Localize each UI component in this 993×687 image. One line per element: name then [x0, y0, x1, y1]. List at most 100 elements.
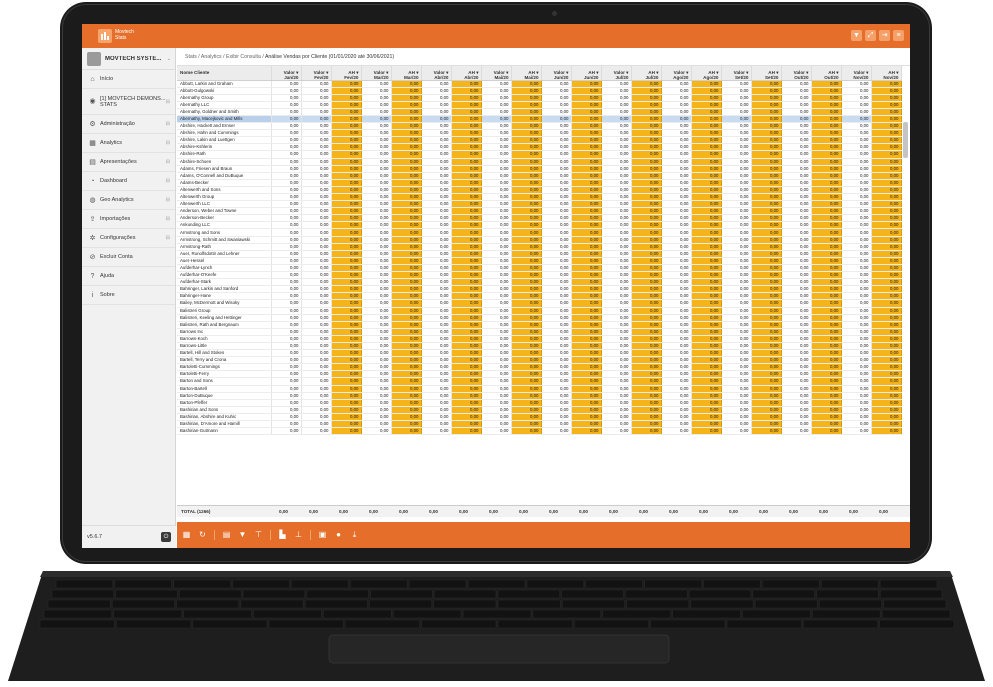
column-header-v-abr-20[interactable]: Valor ▾ Abr/20	[421, 66, 452, 81]
column-header-v-jun-20[interactable]: Valor ▾ Jun/20	[541, 66, 572, 81]
breadcrumb-item-analytics[interactable]: Analytics	[201, 54, 222, 60]
save-icon[interactable]: ▣	[318, 530, 327, 539]
column-header-v-out-20[interactable]: Valor ▾ Out/20	[781, 66, 812, 81]
sidebar-item-info[interactable]: i Sobre	[82, 286, 175, 305]
table-row[interactable]: Barrows-Koch 0,00 0,00 0,00 0,00 0,00 0,00 0,00…	[177, 335, 902, 343]
column-header-v-mar-20[interactable]: Valor ▾ Mar/20	[361, 66, 392, 81]
expand-toggle-icon[interactable]: ⊟	[166, 197, 170, 203]
sidebar-item-globe[interactable]: ◍ Geo Analytics ⊟	[82, 191, 175, 210]
table-row[interactable]: Abshire-Rath 0,00 0,00 0,00 0,00 0,00 0,00 0,00…	[177, 150, 902, 159]
sidebar-item-film[interactable]: ▤ Apresentações ⊟	[82, 153, 175, 172]
expand-toggle-icon[interactable]: ⊟	[166, 178, 170, 184]
breadcrumb-item-exibir[interactable]: Exibir Consulta	[226, 54, 261, 60]
table-view-icon[interactable]: ▤	[222, 530, 231, 539]
column-header-v-nov-20[interactable]: Valor ▾ Nov/20	[841, 66, 872, 81]
table-row[interactable]: Adams-Becker 0,00 0,00 0,00 0,00 0,00 0,00 0,00…	[177, 179, 902, 187]
table-row[interactable]: Barton-DuBuque 0,00 0,00 0,00 0,00 0,00 0,00 0,…	[177, 392, 902, 400]
table-row[interactable]: Bashirian-Gutmann 0,00 0,00 0,00 0,00 0,00 0,0…	[177, 427, 902, 436]
table-row[interactable]: Bahringer, Larkin and Sanford 0,00 0,00 0,0…	[177, 285, 902, 294]
breadcrumb-item-stats[interactable]: Stats	[185, 54, 197, 60]
download-icon[interactable]: ⤓	[350, 530, 359, 539]
column-header-ah-fev-20[interactable]: AH ▾ Fev/20	[331, 66, 362, 81]
vertical-scrollbar[interactable]	[903, 122, 908, 158]
power-icon[interactable]: ⏻	[161, 532, 171, 542]
expand-toggle-icon[interactable]: ⊟	[166, 121, 170, 127]
bar-chart-icon[interactable]: ▙	[278, 530, 287, 539]
table-row[interactable]: Armstrong-Rath 0,00 0,00 0,00 0,00 0,00 0,00 0,…	[177, 243, 902, 251]
sidebar-item-database[interactable]: ◉ [1] MOVTECH DEMONS... STATS ⊟	[82, 89, 175, 115]
table-row[interactable]: Altenwerth Group 0,00 0,00 0,00 0,00 0,00 0,00…	[177, 193, 902, 202]
table-row[interactable]: Auer-Hessel 0,00 0,00 0,00 0,00 0,00 0,00 0,00 0…	[177, 257, 902, 265]
column-header-ah-mai-20[interactable]: AH ▾ Mai/20	[511, 66, 542, 81]
table-row[interactable]: Bashirian, D'Amore and Hamill 0,00 0,00 0,0…	[177, 420, 902, 429]
expand-toggle-icon[interactable]: ⊟	[166, 159, 170, 165]
column-header-v-ago-20[interactable]: Valor ▾ Ago/20	[661, 66, 692, 81]
expand-icon[interactable]: ⤢	[865, 30, 876, 41]
table-row[interactable]: Abbott-Gulgowski 0,00 0,00 0,00 0,00 0,00 0,00…	[177, 87, 902, 95]
table-row[interactable]: Barton-Bartell 0,00 0,00 0,00 0,00 0,00 0,00 0,…	[177, 385, 902, 393]
table-row[interactable]: Armstrong and Sons 0,00 0,00 0,00 0,00 0,00 0,…	[177, 228, 902, 237]
sidebar-item-dashboard[interactable]: ◔ Dashboard ⊟	[82, 172, 175, 191]
table-row[interactable]: Altenwerth and Sons 0,00 0,00 0,00 0,00 0,00 0…	[177, 186, 902, 195]
filter-icon[interactable]: ▼	[238, 530, 247, 539]
expand-toggle-icon[interactable]: ⊟	[166, 140, 170, 146]
table-row[interactable]: Bartell, Terry and Crona 0,00 0,00 0,00 0,00…	[177, 356, 902, 365]
column-header-v-mai-20[interactable]: Valor ▾ Mai/20	[481, 66, 512, 81]
table-row[interactable]: Aufderhar-O'Keefe 0,00 0,00 0,00 0,00 0,00 0,0…	[177, 271, 902, 280]
table-row[interactable]: Abbott, Larkin and Graham 0,00 0,00 0,00 0,0…	[177, 80, 902, 88]
table-row[interactable]: Abshire, Hackett and Ernser 0,00 0,00 0,00 0…	[177, 122, 902, 131]
expand-toggle-icon[interactable]: ⊟	[166, 99, 170, 105]
column-header-v-set-20[interactable]: Valor ▾ Set/20	[721, 66, 752, 81]
table-row[interactable]: Barton and Sons 0,00 0,00 0,00 0,00 0,00 0,00 0…	[177, 377, 902, 386]
table-row[interactable]: Bashirian, Abshire and Kuhic 0,00 0,00 0,00…	[177, 413, 902, 422]
column-header-ah-abr-20[interactable]: AH ▾ Abr/20	[451, 66, 482, 81]
table-row[interactable]: Armstrong, Schmitt and Swaniawski 0,00 0,0…	[177, 236, 902, 244]
table-row[interactable]: Altenwerth LLC 0,00 0,00 0,00 0,00 0,00 0,00 0,…	[177, 200, 902, 209]
table-row[interactable]: Bartell, Hill and Stokes 0,00 0,00 0,00 0,00…	[177, 349, 902, 358]
sidebar-item-ban[interactable]: ⊘ Excluir Conta	[82, 248, 175, 267]
table-row[interactable]: Abernathy, Goldner and Smith 0,00 0,00 0,00…	[177, 108, 902, 116]
menu-icon[interactable]: ≡	[893, 30, 904, 41]
expand-toggle-icon[interactable]: ⊟	[166, 235, 170, 241]
sidebar-item-table[interactable]: ▦ Analytics ⊟	[82, 134, 175, 153]
table-row[interactable]: Abernathy LLC 0,00 0,00 0,00 0,00 0,00 0,00 0,0…	[177, 101, 902, 109]
table-row[interactable]: Auer, Runolfsdottir and Lehner 0,00 0,00 0,…	[177, 250, 902, 258]
table-row[interactable]: Ankunding LLC 0,00 0,00 0,00 0,00 0,00 0,00 0,0…	[177, 221, 902, 230]
table-row[interactable]: Bailey, McDermott and Wisoky 0,00 0,00 0,00…	[177, 299, 902, 308]
settings-icon[interactable]: ●	[334, 530, 343, 539]
column-header-ah-set-20[interactable]: AH ▾ Set/20	[751, 66, 782, 81]
sidebar-item-upload[interactable]: ⇪ Importações ⊟	[82, 210, 175, 229]
table-row[interactable]: Abshire-Schoen 0,00 0,00 0,00 0,00 0,00 0,00 0,…	[177, 158, 902, 166]
table-row[interactable]: Balistreri, Keeling and Hettinger 0,00 0,0…	[177, 314, 902, 322]
table-row[interactable]: Aufderhar-Lynch 0,00 0,00 0,00 0,00 0,00 0,00 0…	[177, 264, 902, 273]
table-row[interactable]: Anderson, Weber and Towne 0,00 0,00 0,00 0,0…	[177, 207, 902, 216]
table-row[interactable]: Bartoletti-Cummings 0,00 0,00 0,00 0,00 0,00 0…	[177, 363, 902, 372]
sidebar-item-help[interactable]: ? Ajuda	[82, 267, 175, 286]
table-row[interactable]: Barrows-Little 0,00 0,00 0,00 0,00 0,00 0,00 0,…	[177, 342, 902, 351]
table-row[interactable]: Barton-Pfeffer 0,00 0,00 0,00 0,00 0,00 0,00 0,…	[177, 399, 902, 407]
table-row[interactable]: Abshire-Kshlerin 0,00 0,00 0,00 0,00 0,00 0,00…	[177, 143, 902, 152]
table-row[interactable]: Abernathy Group 0,00 0,00 0,00 0,00 0,00 0,00 0…	[177, 94, 902, 102]
user-profile[interactable]: MOVTECH SYSTE... ⌄	[82, 48, 175, 70]
hierarchy-icon[interactable]: ⊥	[294, 530, 303, 539]
table-row[interactable]: Adams, O'Connell and DuBuque 0,00 0,00 0,00…	[177, 172, 902, 180]
table-row[interactable]: Barrows Inc 0,00 0,00 0,00 0,00 0,00 0,00 0,00 0…	[177, 328, 902, 336]
column-header-ah-out-20[interactable]: AH ▾ Out/20	[811, 66, 842, 81]
column-header-v-jul-20[interactable]: Valor ▾ Jul/20	[601, 66, 632, 81]
column-header-ah-mar-20[interactable]: AH ▾ Mar/20	[391, 66, 422, 81]
table-row[interactable]: Aufderhar-Stark 0,00 0,00 0,00 0,00 0,00 0,00 0…	[177, 278, 902, 287]
column-header-v-jan-20[interactable]: Valor ▾ Jan/20	[271, 66, 302, 81]
table-row[interactable]: Bartoletti-Ferry 0,00 0,00 0,00 0,00 0,00 0,00…	[177, 370, 902, 379]
table-row[interactable]: Balistreri Group 0,00 0,00 0,00 0,00 0,00 0,00…	[177, 307, 902, 315]
column-header-ah-nov-20[interactable]: AH ▾ Nov/20	[871, 66, 902, 81]
column-header-v-fev-20[interactable]: Valor ▾ Fev/20	[301, 66, 332, 81]
sidebar-item-gear[interactable]: ⚙ Administração ⊟	[82, 115, 175, 134]
grid-icon[interactable]: ▦	[182, 530, 191, 539]
table-row[interactable]: Bashirian and Sons 0,00 0,00 0,00 0,00 0,00 0,…	[177, 406, 902, 414]
table-row[interactable]: Balistreri, Rath and Bergnaum 0,00 0,00 0,0…	[177, 321, 902, 329]
table-row[interactable]: Abernathy, Macejkovic and Mills 0,00 0,00 0…	[177, 115, 902, 124]
expand-toggle-icon[interactable]: ⊟	[166, 216, 170, 222]
clear-filter-icon[interactable]: ⊤	[254, 530, 263, 539]
column-header-ah-jul-20[interactable]: AH ▾ Jul/20	[631, 66, 662, 81]
table-row[interactable]: Abshire, Lakin and Luettgen 0,00 0,00 0,00 0…	[177, 136, 902, 145]
